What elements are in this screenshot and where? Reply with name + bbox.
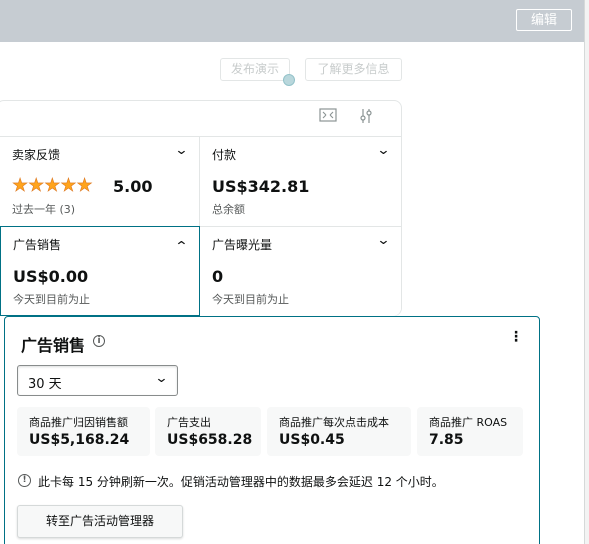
panel-title: 广告销售 (21, 336, 86, 355)
metric-value: US$658.28 (167, 432, 253, 448)
tile-title: 广告曝光量 (212, 238, 273, 252)
publish-demo-button[interactable]: 发布演示 (220, 58, 290, 81)
chevron-down-icon[interactable]: ⌄ (376, 143, 390, 158)
learn-more-button[interactable]: 了解更多信息 (305, 58, 402, 81)
more-options-icon[interactable]: ⋮ (509, 329, 523, 345)
ad-sales-panel: 广告销售 i ⋮ 30 天 ⌄ 商品推广归因销售额 US$5,168.24 广告… (4, 316, 540, 544)
tour-hotspot[interactable] (283, 74, 295, 86)
tile-subtitle: 今天到目前为止 (212, 293, 289, 306)
tile-seller-feedback[interactable]: 卖家反馈 ⌄ ★★★★★ 5.00 过去一年 (3) (0, 136, 200, 226)
metric-value: 7.85 (429, 432, 464, 448)
metric-value: US$5,168.24 (29, 432, 130, 448)
tile-title: 付款 (212, 148, 237, 162)
rating-value: 5.00 (113, 177, 153, 196)
tile-subtitle: 今天到目前为止 (13, 293, 90, 306)
clock-icon: ! (18, 474, 31, 487)
metric-label: 广告支出 (167, 416, 211, 429)
tile-title: 卖家反馈 (12, 148, 61, 162)
info-icon[interactable]: i (93, 335, 105, 347)
chevron-down-icon[interactable]: ⌄ (376, 233, 390, 248)
metric-label: 商品推广归因销售额 (29, 416, 128, 429)
chevron-down-icon: ⌄ (154, 371, 169, 386)
tile-ad-sales[interactable]: 广告销售 ⌄ US$0.00 今天到目前为止 (0, 226, 200, 316)
metric-label: 商品推广 ROAS (429, 416, 508, 429)
chevron-down-icon[interactable]: ⌄ (174, 143, 188, 158)
filter-icon[interactable] (356, 108, 376, 126)
goto-campaign-manager-button[interactable]: 转至广告活动管理器 (17, 505, 183, 538)
tile-payments[interactable]: 付款 ⌄ US$342.81 总余额 (200, 136, 401, 226)
tile-value: US$342.81 (212, 177, 310, 196)
top-banner: 编辑 (0, 0, 584, 42)
tile-subtitle: 总余额 (212, 203, 245, 216)
chevron-up-icon[interactable]: ⌄ (174, 237, 188, 252)
tile-ad-impressions[interactable]: 广告曝光量 ⌄ 0 今天到目前为止 (200, 226, 401, 316)
tile-value: US$0.00 (13, 267, 89, 286)
page-scrollbar[interactable] (584, 0, 589, 544)
star-rating-icon: ★★★★★ (12, 175, 93, 197)
tile-subtitle: 过去一年 (3) (12, 203, 76, 216)
tile-title: 广告销售 (13, 238, 62, 252)
period-select[interactable]: 30 天 ⌄ (17, 365, 178, 396)
metric-ad-spend: 广告支出 US$658.28 (155, 407, 261, 456)
period-select-value: 30 天 (28, 377, 62, 392)
tile-value: 0 (212, 267, 224, 286)
edit-button[interactable]: 编辑 (516, 9, 572, 31)
metric-label: 商品推广每次点击成本 (279, 416, 389, 429)
metric-roas: 商品推广 ROAS 7.85 (417, 407, 523, 456)
metric-cpc: 商品推广每次点击成本 US$0.45 (267, 407, 411, 456)
metric-attributed-sales: 商品推广归因销售额 US$5,168.24 (17, 407, 150, 456)
refresh-notice: 此卡每 15 分钟刷新一次。促销活动管理器中的数据最多会延迟 12 个小时。 (38, 475, 444, 489)
expand-icon[interactable] (318, 108, 338, 126)
metric-value: US$0.45 (279, 432, 345, 448)
